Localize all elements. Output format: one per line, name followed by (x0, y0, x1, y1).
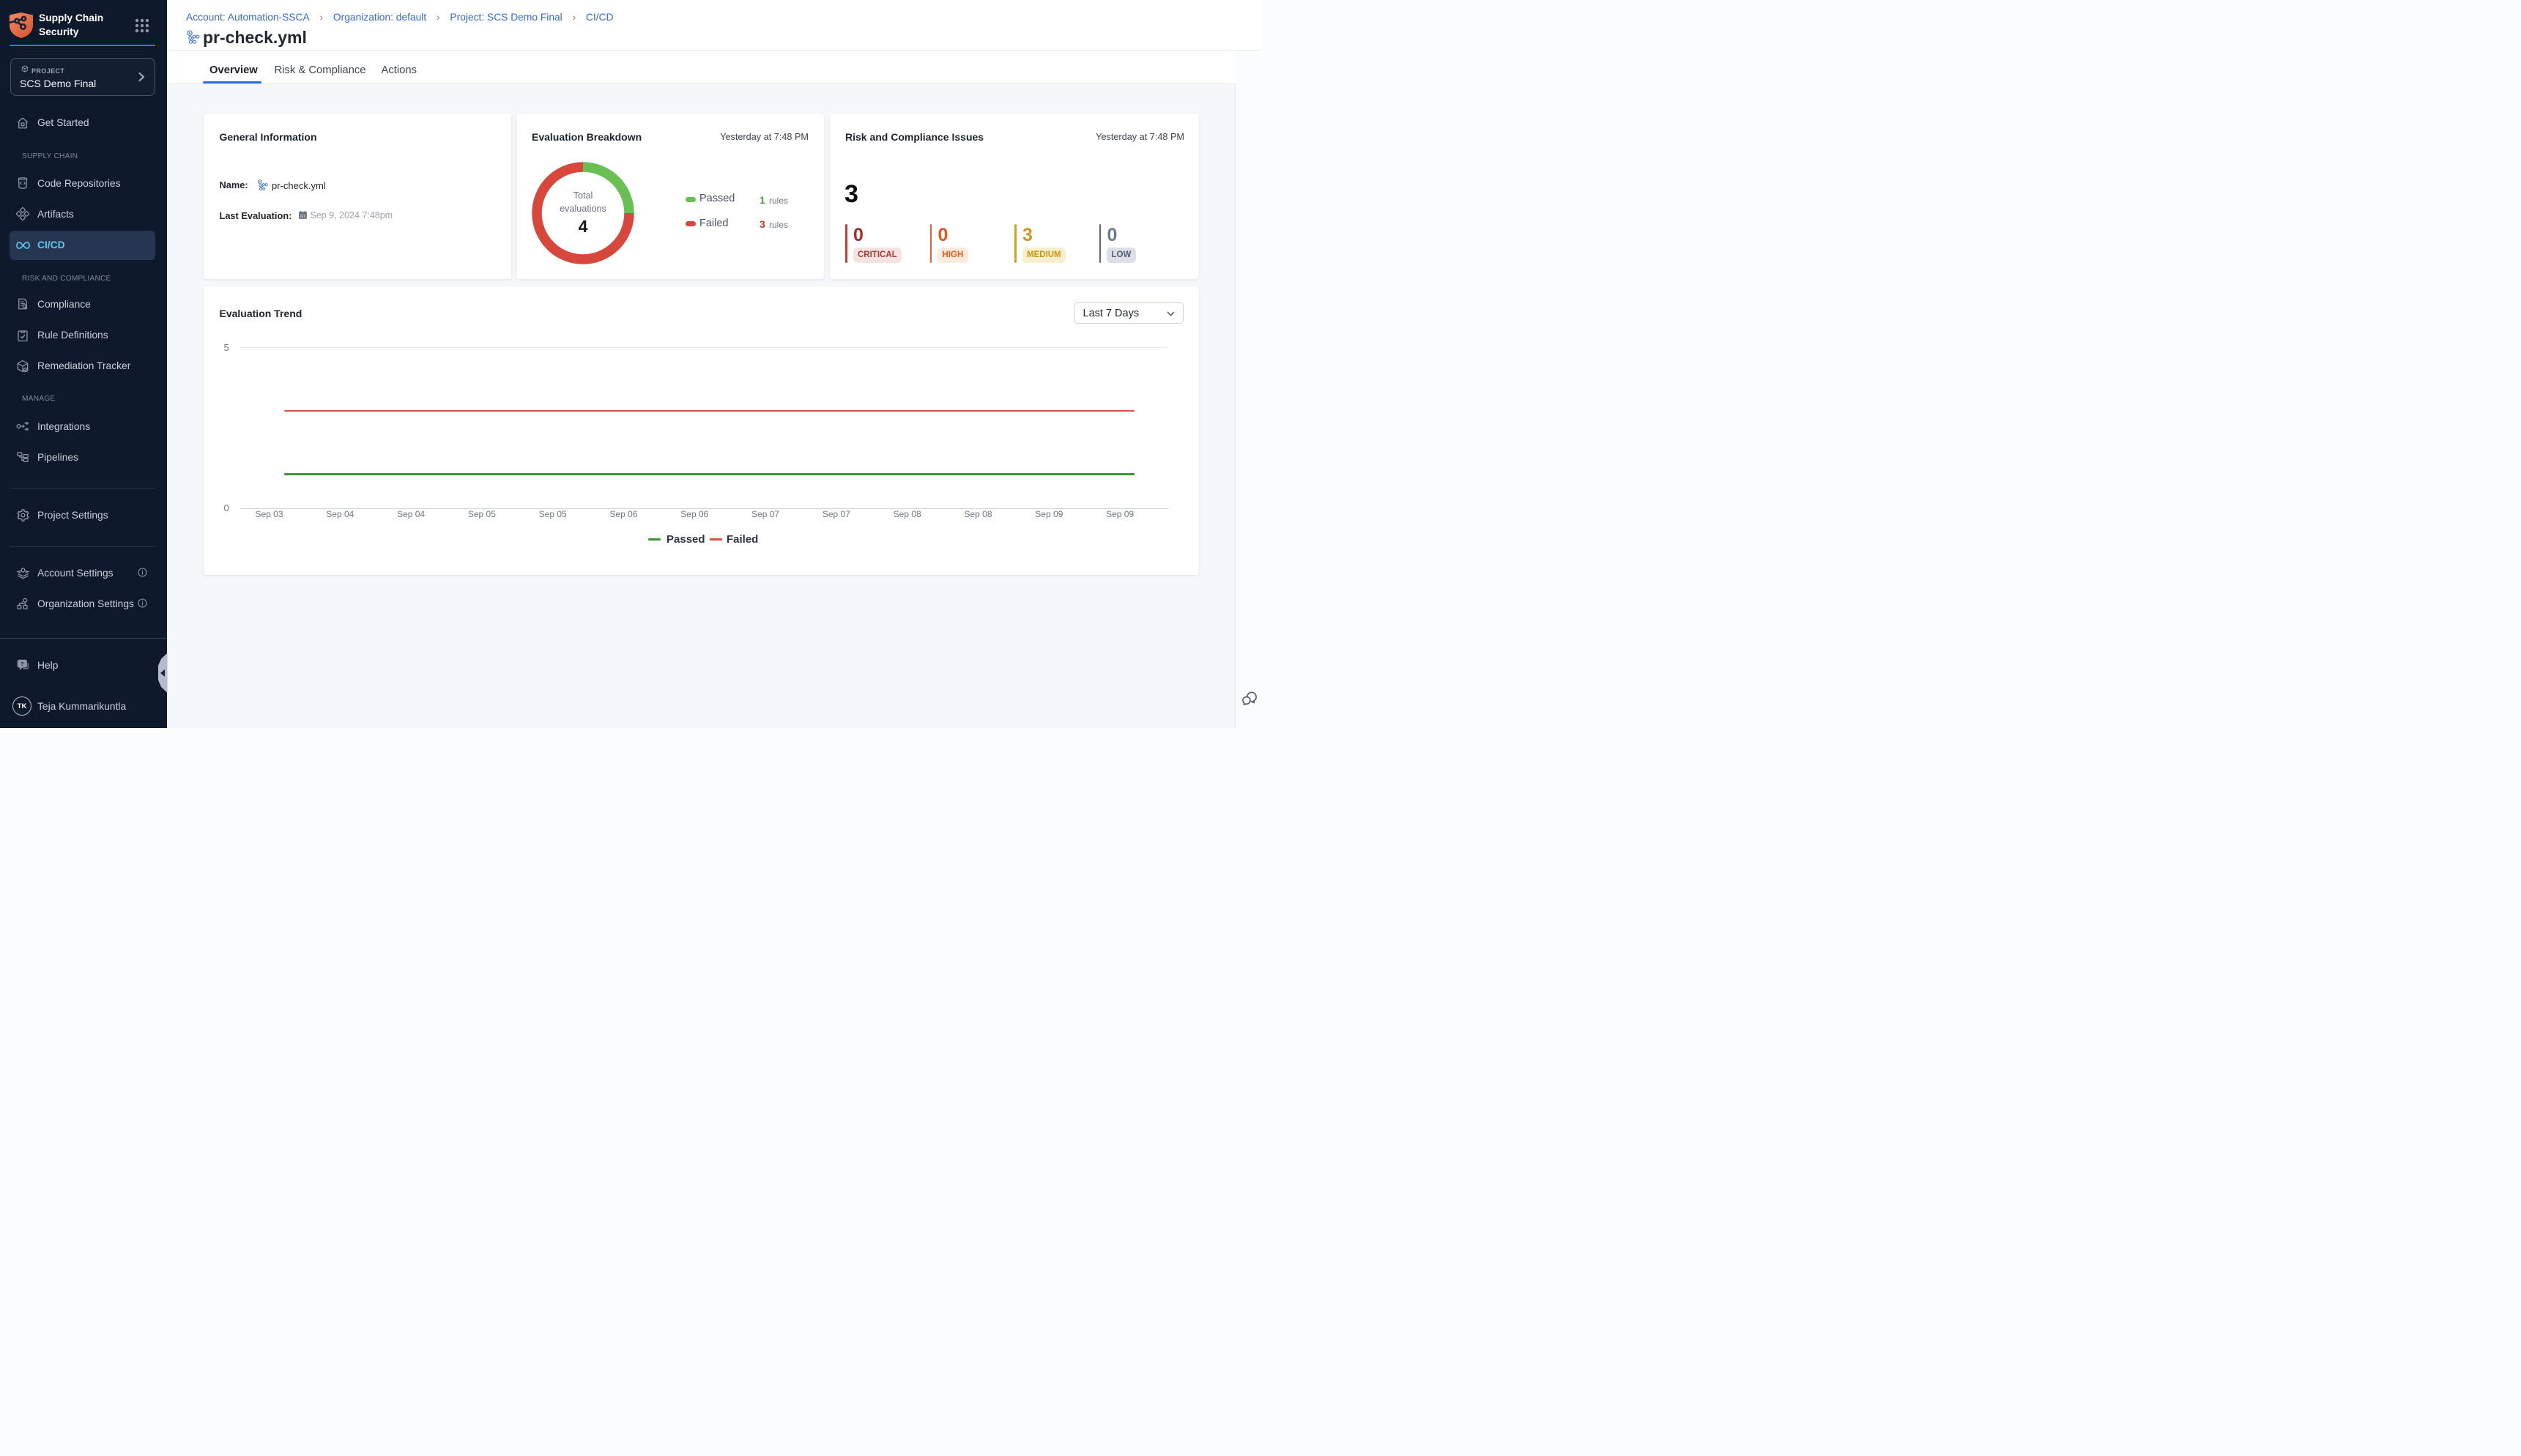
svg-text:?: ? (21, 661, 23, 667)
